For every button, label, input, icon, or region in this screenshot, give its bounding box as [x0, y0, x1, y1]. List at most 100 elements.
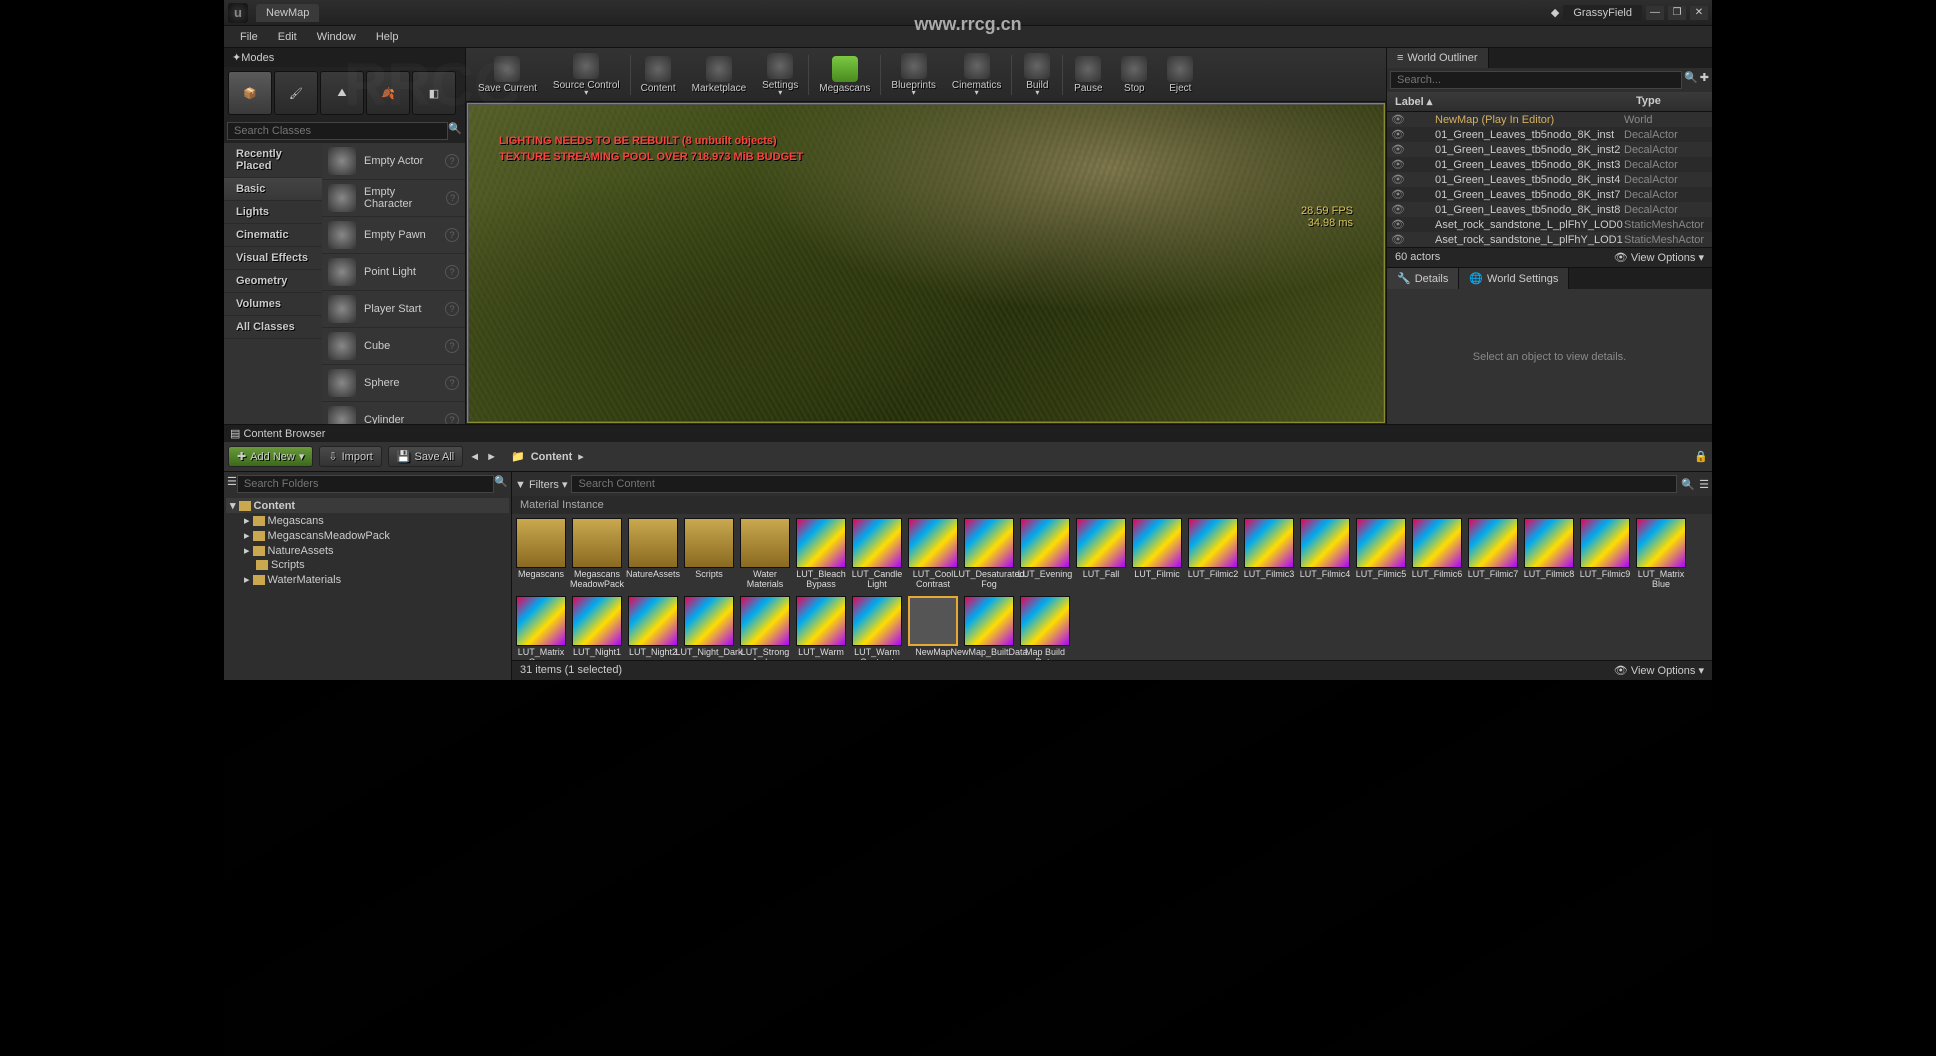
- asset-item[interactable]: LUT_Filmic4: [1300, 518, 1350, 590]
- asset-item[interactable]: Scripts: [684, 518, 734, 590]
- mode-place-icon[interactable]: 📦: [228, 71, 272, 115]
- tree-item[interactable]: Scripts: [226, 558, 509, 572]
- search-icon[interactable]: 🔍: [448, 122, 462, 140]
- place-item[interactable]: Cylinder?: [322, 402, 465, 424]
- tree-item[interactable]: ▸ WaterMaterials: [226, 572, 509, 587]
- map-tab[interactable]: NewMap: [256, 4, 319, 22]
- info-icon[interactable]: ?: [445, 302, 459, 316]
- asset-item[interactable]: LUT_Desaturated Fog: [964, 518, 1014, 590]
- asset-item[interactable]: LUT_Strong Amber: [740, 596, 790, 660]
- info-icon[interactable]: ?: [445, 376, 459, 390]
- project-name[interactable]: GrassyField: [1563, 5, 1642, 21]
- cb-view-options[interactable]: 👁 View Options ▾: [1614, 664, 1704, 677]
- asset-item[interactable]: LUT_Matrix Green: [516, 596, 566, 660]
- info-icon[interactable]: ?: [445, 339, 459, 353]
- info-icon[interactable]: ?: [445, 154, 459, 168]
- visibility-icon[interactable]: 👁: [1391, 173, 1405, 186]
- info-icon[interactable]: ?: [445, 228, 459, 242]
- mode-foliage-icon[interactable]: 🍂: [366, 71, 410, 115]
- tree-item[interactable]: ▸ NatureAssets: [226, 543, 509, 558]
- add-actor-icon[interactable]: ✚: [1700, 71, 1709, 89]
- maximize-button[interactable]: ❐: [1668, 6, 1686, 20]
- category-recently-placed[interactable]: Recently Placed: [224, 143, 322, 178]
- cinematics-button[interactable]: Cinematics: [944, 50, 1009, 100]
- details-tab[interactable]: 🔧 Details: [1387, 268, 1459, 289]
- place-item[interactable]: Empty Character?: [322, 180, 465, 217]
- mode-geometry-icon[interactable]: ◧: [412, 71, 456, 115]
- nav-back-icon[interactable]: ◄: [469, 451, 480, 463]
- filters-button[interactable]: ▼ Filters ▾: [515, 478, 567, 491]
- minimize-button[interactable]: —: [1646, 6, 1664, 20]
- asset-item[interactable]: LUT_Filmic3: [1244, 518, 1294, 590]
- menu-help[interactable]: Help: [366, 28, 409, 46]
- asset-item[interactable]: LUT_Night1: [572, 596, 622, 660]
- world-settings-tab[interactable]: 🌐 World Settings: [1459, 268, 1569, 289]
- asset-item[interactable]: LUT_Night2: [628, 596, 678, 660]
- outliner-row[interactable]: 👁Aset_rock_sandstone_L_plFhY_LOD1StaticM…: [1387, 232, 1712, 247]
- search-folders-input[interactable]: [237, 475, 494, 493]
- place-item[interactable]: Cube?: [322, 328, 465, 365]
- sources-toggle-icon[interactable]: ☰: [227, 475, 237, 493]
- pause-button[interactable]: Pause: [1065, 50, 1111, 100]
- settings-button[interactable]: Settings: [754, 50, 806, 100]
- megascans-button[interactable]: Megascans: [811, 50, 878, 100]
- asset-item[interactable]: LUT_Cool Contrast: [908, 518, 958, 590]
- nav-forward-icon[interactable]: ►: [486, 451, 497, 463]
- search-content-input[interactable]: [571, 475, 1677, 493]
- mode-landscape-icon[interactable]: ⛰: [320, 71, 364, 115]
- menu-file[interactable]: File: [230, 28, 268, 46]
- asset-item[interactable]: Map Build Data Registry: [1020, 596, 1070, 660]
- blueprints-button[interactable]: Blueprints: [883, 50, 943, 100]
- tree-item[interactable]: ▸ MegascansMeadowPack: [226, 528, 509, 543]
- category-all-classes[interactable]: All Classes: [224, 316, 322, 339]
- asset-item[interactable]: LUT_Filmic: [1132, 518, 1182, 590]
- mode-paint-icon[interactable]: 🖌: [274, 71, 318, 115]
- place-item[interactable]: Player Start?: [322, 291, 465, 328]
- world-outliner-tab[interactable]: ≡ World Outliner: [1387, 48, 1489, 68]
- outliner-row[interactable]: 👁01_Green_Leaves_tb5nodo_8K_instDecalAct…: [1387, 127, 1712, 142]
- asset-item[interactable]: LUT_Filmic6: [1412, 518, 1462, 590]
- stop-button[interactable]: Stop: [1111, 50, 1157, 100]
- viewport[interactable]: LIGHTING NEEDS TO BE REBUILT (8 unbuilt …: [468, 104, 1384, 422]
- visibility-icon[interactable]: 👁: [1391, 113, 1405, 126]
- category-basic[interactable]: Basic: [224, 178, 322, 201]
- asset-item[interactable]: LUT_Fall: [1076, 518, 1126, 590]
- menu-window[interactable]: Window: [307, 28, 366, 46]
- info-icon[interactable]: ?: [446, 191, 459, 205]
- outliner-col-label[interactable]: Label ▴: [1387, 92, 1628, 111]
- category-volumes[interactable]: Volumes: [224, 293, 322, 316]
- outliner-row[interactable]: 👁01_Green_Leaves_tb5nodo_8K_inst8DecalAc…: [1387, 202, 1712, 217]
- asset-item[interactable]: Megascans: [516, 518, 566, 590]
- asset-item[interactable]: NewMap_BuiltData: [964, 596, 1014, 660]
- visibility-icon[interactable]: 👁: [1391, 128, 1405, 141]
- tree-item[interactable]: ▸ Megascans: [226, 513, 509, 528]
- save-current-button[interactable]: Save Current: [470, 50, 545, 100]
- marketplace-icon[interactable]: ◆: [1551, 6, 1559, 19]
- outliner-row[interactable]: 👁Aset_rock_sandstone_L_plFhY_LOD0StaticM…: [1387, 217, 1712, 232]
- close-button[interactable]: ✕: [1690, 6, 1708, 20]
- category-lights[interactable]: Lights: [224, 201, 322, 224]
- asset-item[interactable]: LUT_Filmic7: [1468, 518, 1518, 590]
- asset-item[interactable]: LUT_Filmic2: [1188, 518, 1238, 590]
- asset-item[interactable]: Megascans MeadowPack: [572, 518, 622, 590]
- content-browser-tab[interactable]: ▤ Content Browser: [230, 427, 325, 440]
- outliner-view-options[interactable]: 👁 View Options ▾: [1614, 251, 1704, 264]
- search-icon[interactable]: 🔍: [1684, 71, 1698, 89]
- outliner-row[interactable]: 👁01_Green_Leaves_tb5nodo_8K_inst7DecalAc…: [1387, 187, 1712, 202]
- visibility-icon[interactable]: 👁: [1391, 233, 1405, 246]
- place-item[interactable]: Sphere?: [322, 365, 465, 402]
- search-icon[interactable]: 🔍: [1681, 478, 1695, 491]
- visibility-icon[interactable]: 👁: [1391, 218, 1405, 231]
- asset-item[interactable]: LUT_Filmic5: [1356, 518, 1406, 590]
- outliner-search-input[interactable]: [1390, 71, 1682, 89]
- asset-item[interactable]: Water Materials: [740, 518, 790, 590]
- asset-item[interactable]: LUT_Candle Light: [852, 518, 902, 590]
- category-geometry[interactable]: Geometry: [224, 270, 322, 293]
- category-visual-effects[interactable]: Visual Effects: [224, 247, 322, 270]
- outliner-col-type[interactable]: Type: [1628, 92, 1712, 111]
- asset-item[interactable]: LUT_Warm: [796, 596, 846, 660]
- outliner-row[interactable]: 👁01_Green_Leaves_tb5nodo_8K_inst3DecalAc…: [1387, 157, 1712, 172]
- category-cinematic[interactable]: Cinematic: [224, 224, 322, 247]
- asset-item[interactable]: LUT_Night_Dark: [684, 596, 734, 660]
- asset-item[interactable]: LUT_Bleach Bypass: [796, 518, 846, 590]
